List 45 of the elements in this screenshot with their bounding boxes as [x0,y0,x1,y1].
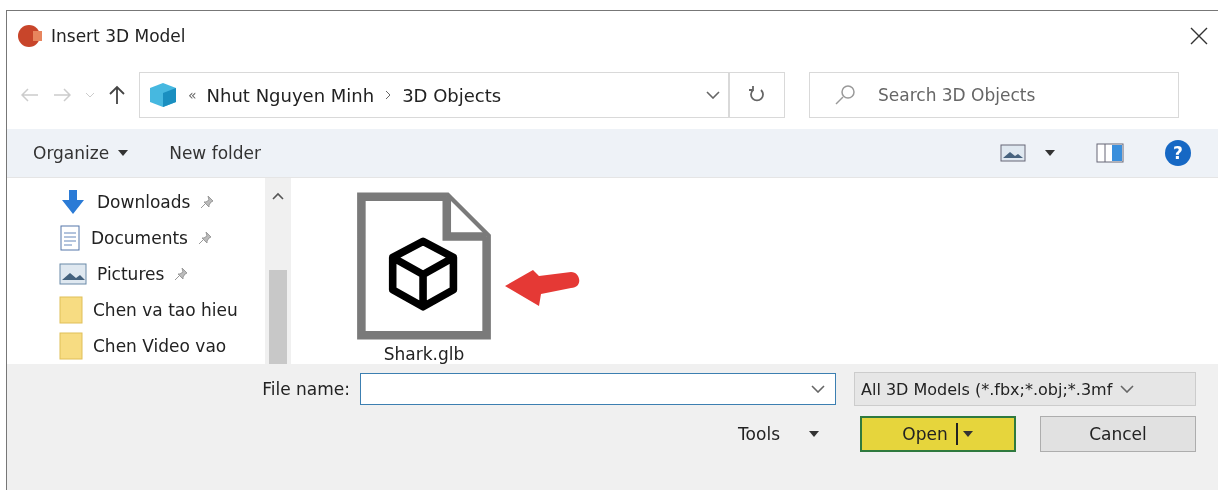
refresh-button[interactable] [729,72,785,118]
scrollbar-thumb[interactable] [269,270,287,364]
down-arrow-icon [59,188,87,216]
toolbar-button[interactable]: Organize [33,143,130,163]
folder-icon [59,296,83,324]
chevron-right-icon [384,90,393,100]
view-icon[interactable] [1000,144,1026,162]
up-arrow-icon[interactable] [109,85,125,105]
chevron-down-icon [811,385,825,393]
picture-icon [59,263,87,285]
search-field[interactable]: Search 3D Objects [809,72,1179,118]
sidebar-item[interactable]: Documents [91,228,188,248]
window-title: Insert 3D Model [51,26,187,46]
split-caret-icon [961,430,974,438]
view-caret-icon [1044,149,1056,157]
file-type-dropdown[interactable]: All 3D Models (*.fbx;*.obj;*.3mf [854,372,1196,406]
chevron-down-icon [1120,385,1135,393]
file-name-label: File name: [262,379,350,399]
app-logo-icon [17,24,43,48]
scrollbar[interactable] [265,178,291,364]
sidebar-item[interactable]: Chen va tao hieu [93,300,238,320]
overflow-chevrons[interactable]: « [188,87,197,103]
open-button[interactable]: Open [860,416,1016,452]
file-name-field[interactable] [360,373,836,405]
search-icon [834,84,856,106]
document-icon [59,225,81,251]
file-name-label[interactable]: Shark.glb [383,344,465,364]
sidebar-item[interactable]: Pictures [97,264,165,284]
close-icon[interactable] [1190,27,1208,45]
preview-pane-icon[interactable] [1096,143,1124,163]
cancel-button[interactable]: Cancel [1040,416,1196,452]
chevron-down-icon [706,91,720,99]
sidebar-item[interactable]: Chen Video vao [93,336,227,356]
scroll-up-icon[interactable] [272,192,284,200]
cube-icon [148,82,178,108]
refresh-icon [749,83,765,102]
help-icon[interactable]: ? [1164,139,1192,167]
toolbar-button[interactable]: New folder [169,143,261,163]
tools-button[interactable]: Tools [732,416,826,452]
address-bar[interactable]: « Nhut Nguyen Minh 3D Objects [139,72,729,118]
breadcrumb[interactable]: 3D Objects [402,84,502,106]
sidebar-item[interactable]: Downloads [97,192,191,212]
caret-icon [808,430,820,438]
breadcrumb[interactable]: Nhut Nguyen Minh [206,84,375,106]
folder-icon [59,332,83,360]
